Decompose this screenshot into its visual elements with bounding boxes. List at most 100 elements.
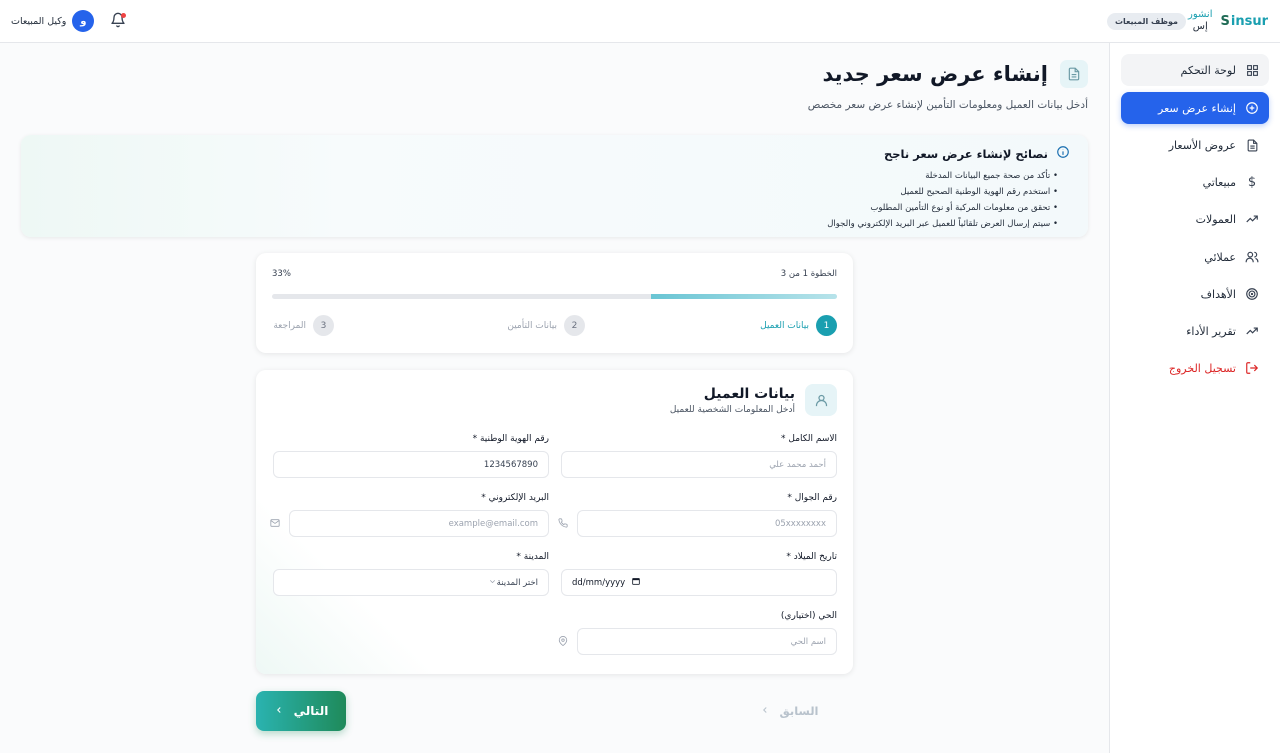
full-name-label: الاسم الكامل * [781,434,837,444]
mail-icon [270,518,280,531]
national-id-input[interactable]: 1234567890 [273,451,549,478]
brand-arabic-name: انشور إس [1188,9,1212,33]
progress-percent: 33% [272,269,291,279]
brand-logo: S insur [1221,14,1269,29]
mobile-label: رقم الجوال * [787,493,837,503]
sidebar-item-clients[interactable]: عملائي [1121,241,1269,273]
notifications-button[interactable] [108,12,126,30]
city-select[interactable]: اختر المدينة [273,569,549,596]
step-label: المراجعة [273,320,306,331]
full-name-field-group: الاسم الكامل * أحمد محمد علي [561,434,837,478]
sidebar-item-create-quote[interactable]: إنشاء عرض سعر [1121,92,1269,124]
calendar-icon[interactable] [631,576,641,589]
progress-stepper: الخطوة 1 من 3 33% 1 بيانات العميل 2 بيان… [256,253,853,353]
previous-button-label: السابق [779,704,819,718]
mobile-placeholder: 05xxxxxxxx [774,518,826,529]
dob-label: تاريخ الميلاد * [786,552,837,562]
sidebar-item-dashboard[interactable]: لوحة التحكم [1121,54,1269,86]
email-label: البريد الإلكتروني * [481,493,549,503]
sidebar-item-commissions[interactable]: العمولات [1121,203,1269,235]
tips-title: نصائح لإنشاء عرض سعر ناجح [883,146,1048,161]
mobile-input[interactable]: 05xxxxxxxx [558,510,837,537]
sidebar-item-logout[interactable]: تسجيل الخروج [1121,352,1269,384]
grid-icon [1245,63,1259,77]
users-icon [1245,250,1259,264]
progress-fill [650,294,837,299]
dob-field-group: تاريخ الميلاد * dd/mm/yyyy [561,552,837,596]
user-icon [805,384,837,416]
city-placeholder: اختر المدينة [496,577,538,588]
form-subtitle: أدخل المعلومات الشخصية للعميل [669,404,795,415]
tips-panel: نصائح لإنشاء عرض سعر ناجح • تأكد من صحة … [21,135,1088,237]
page-subtitle: أدخل بيانات العميل ومعلومات التأمين لإنش… [807,99,1088,111]
user-name: وكيل المبيعات [11,15,67,27]
tips-list: • تأكد من صحة جميع البيانات المدخلة • اس… [39,168,1070,232]
district-label: الحي (اختياري) [780,611,837,621]
dob-input[interactable]: dd/mm/yyyy [561,569,837,596]
progress-track [272,294,837,299]
next-button[interactable]: التالي [256,691,346,731]
step-number: 1 [816,315,837,336]
city-label: المدينة * [516,552,549,562]
step-insurance-data[interactable]: 2 بيانات التأمين [507,315,585,336]
sidebar-item-label: العمولات [1195,212,1236,226]
chevron-down-icon [488,577,497,589]
national-id-field-group: رقم الهوية الوطنية * 1234567890 [273,434,549,478]
sidebar-item-performance-report[interactable]: تقرير الأداء [1121,315,1269,347]
sidebar-item-label: مبيعاتي [1202,175,1236,189]
target-icon [1245,287,1259,301]
brand-ar-line2: إس [1192,21,1208,32]
city-field-group: المدينة * اختر المدينة [273,552,549,596]
role-badge: موظف المبيعات [1106,13,1186,30]
notification-dot [121,13,126,18]
logout-icon [1245,361,1259,375]
trend-icon [1245,212,1259,226]
sidebar-item-sales[interactable]: $ مبيعاتي [1121,166,1269,198]
list-item: • استخدم رقم الهوية الوطنية الصحيح للعمي… [900,187,1058,197]
document-icon [1060,60,1088,88]
location-pin-icon [558,636,568,649]
phone-icon [558,518,568,531]
sidebar-item-label: عملائي [1204,250,1236,264]
district-placeholder: اسم الحي [790,636,826,647]
brand[interactable]: S insur انشور إس [1188,6,1268,36]
list-item: • تحقق من معلومات المركبة أو نوع التأمين… [870,203,1058,213]
national-id-label: رقم الهوية الوطنية * [472,434,549,444]
sidebar-item-label: تقرير الأداء [1186,324,1236,338]
mobile-field-group: رقم الجوال * 05xxxxxxxx [558,493,837,537]
sidebar-item-quotes[interactable]: عروض الأسعار [1121,129,1269,161]
document-icon [1245,138,1259,152]
form-title: بيانات العميل [703,385,795,402]
step-label: بيانات التأمين [507,320,557,331]
email-field-group: البريد الإلكتروني * example@email.com [270,493,549,537]
step-number: 3 [313,315,334,336]
step-review[interactable]: 3 المراجعة [273,315,334,336]
previous-button[interactable]: السابق [749,691,829,731]
dollar-icon: $ [1247,174,1257,190]
step-number: 2 [564,315,585,336]
sidebar-item-label: الأهداف [1200,287,1236,301]
brand-ar-line1: انشور [1188,9,1213,20]
email-input[interactable]: example@email.com [270,510,549,537]
trend-icon [1245,324,1259,338]
list-item: • تأكد من صحة جميع البيانات المدخلة [925,171,1058,181]
dob-placeholder: dd/mm/yyyy [572,577,626,588]
sidebar-item-goals[interactable]: الأهداف [1121,278,1269,310]
brand-logo-prefix: S [1220,13,1230,29]
email-placeholder: example@email.com [448,518,538,529]
district-input[interactable]: اسم الحي [558,628,837,655]
step-client-data[interactable]: 1 بيانات العميل [760,315,837,336]
page-header: إنشاء عرض سعر جديد أدخل بيانات العميل وم… [488,60,1088,111]
sidebar-item-label: إنشاء عرض سعر [1158,101,1236,115]
brand-logo-text: insur [1230,13,1268,29]
avatar: و [72,10,95,32]
top-bar: S insur انشور إس موظف المبيعات وكيل المب… [0,0,1280,43]
step-counter: الخطوة 1 من 3 [780,269,837,279]
next-button-label: التالي [293,704,329,718]
full-name-input[interactable]: أحمد محمد علي [561,451,837,478]
user-menu[interactable]: وكيل المبيعات و [11,10,95,32]
client-form-card: بيانات العميل أدخل المعلومات الشخصية للع… [256,370,853,674]
sidebar-item-label: تسجيل الخروج [1168,361,1236,375]
step-label: بيانات العميل [760,320,809,331]
chevron-left-icon [274,704,284,718]
